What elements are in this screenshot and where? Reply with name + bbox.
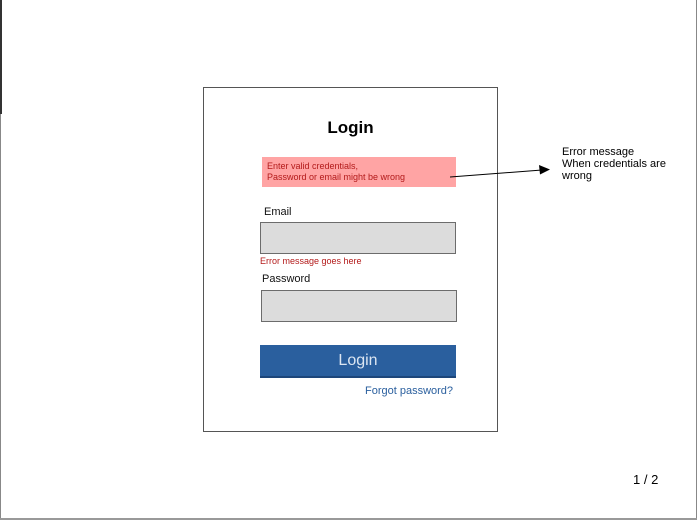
email-error-message: Error message goes here [260,256,362,266]
email-label: Email [264,206,292,218]
credentials-error-banner: Enter valid credentials, Password or ema… [262,157,456,187]
login-title: Login [327,118,374,137]
annotation-line-3: wrong [562,170,592,182]
page-counter: 1 / 2 [633,472,659,487]
error-banner-line-2: Password or email might be wrong [267,172,406,182]
error-banner-line-1: Enter valid credentials, [267,161,359,171]
page-edge-left [0,0,2,114]
annotation-note: Error message When credentials are wrong [562,146,692,182]
annotation-arrow-icon [450,165,550,178]
email-field[interactable] [260,222,456,254]
annotation-line-1: Error message [562,146,635,158]
forgot-password-link[interactable]: Forgot password? [365,385,453,397]
login-card: Login Enter valid credentials, Password … [203,87,498,432]
login-button[interactable]: Login [260,345,456,378]
page-edge-left-lower [0,114,1,520]
annotation-line-2: When credentials are [562,158,666,170]
password-field[interactable] [261,290,457,322]
password-label: Password [262,273,311,285]
